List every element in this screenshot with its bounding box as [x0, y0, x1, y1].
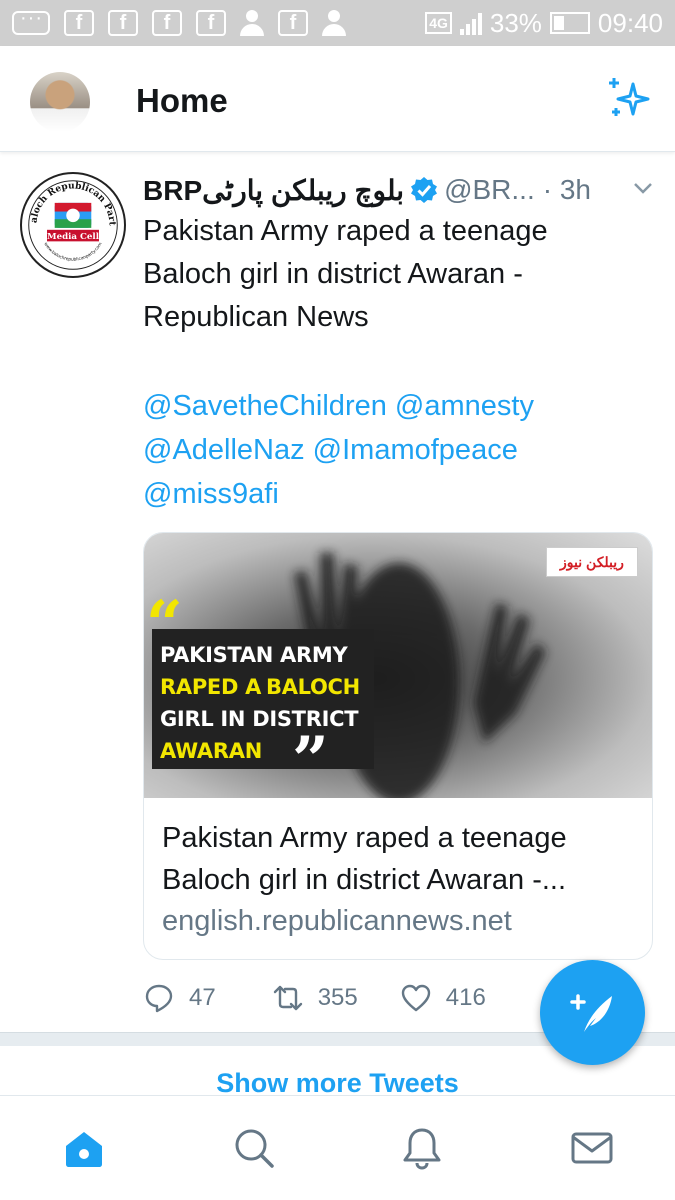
tweet-text-line: Pakistan Army raped a teenage: [143, 215, 548, 247]
author-handle: @BR...: [444, 174, 535, 205]
facebook-notification-icon: f: [196, 10, 226, 36]
facebook-notification-icon: f: [64, 10, 94, 36]
news-logo: ریبلکن نیوز: [546, 547, 638, 577]
system-indicators: 4G 33% 09:40: [425, 8, 663, 39]
facebook-notification-icon: f: [152, 10, 182, 36]
overlay-line: AWARAN: [160, 739, 262, 763]
tweet-actions: 47 355 416: [143, 978, 543, 1018]
status-bar: f f f f f 4G 33% 09:40: [0, 0, 675, 46]
bottom-tab-bar: [0, 1095, 675, 1200]
home-icon: [66, 1132, 102, 1167]
battery-icon: [549, 12, 590, 34]
card-title-line: Baloch girl in district Awaran -...: [162, 864, 567, 896]
mail-icon: [571, 1132, 613, 1164]
tweet-text-line: Republican News: [143, 301, 369, 333]
overlay-line: RAPED A: [160, 675, 262, 699]
chevron-down-icon[interactable]: [632, 180, 654, 196]
like-count: 416: [445, 984, 486, 1011]
card-image: “ PAKISTAN ARMY RAPED A BALOCH GIRL IN D…: [144, 533, 652, 798]
notification-icons: f f f f f: [12, 7, 346, 36]
mention-line[interactable]: @miss9afi: [143, 472, 653, 516]
retweet-button[interactable]: 355: [272, 982, 358, 1014]
tweet-mentions: @SavetheChildren @amnesty @AdelleNaz @Im…: [143, 384, 653, 516]
reply-button[interactable]: 47: [143, 982, 216, 1014]
profile-avatar[interactable]: [30, 72, 90, 132]
close-quote-mark: ”: [292, 723, 329, 798]
tweet-text-line: Baloch girl in district Awaran -: [143, 258, 523, 290]
card-domain: english.republicannews.net: [162, 905, 512, 937]
news-logo-text: ریبلکن نیوز: [560, 553, 624, 570]
signal-icon: [459, 11, 482, 35]
svg-text:Media Cell: Media Cell: [47, 232, 100, 242]
reply-icon: [145, 984, 173, 1013]
page-title: Home: [136, 82, 228, 119]
bell-icon: [403, 1128, 441, 1170]
app-screen: f f f f f 4G 33% 09:40 Home: [0, 0, 675, 1200]
tab-search[interactable]: [232, 1126, 276, 1170]
retweet-count: 355: [317, 984, 358, 1011]
tweet-text: Pakistan Army raped a teenage Baloch gir…: [143, 210, 653, 339]
author-name[interactable]: BRPبلوچ ریبلکن پارٹی: [143, 174, 404, 207]
link-preview-card[interactable]: “ PAKISTAN ARMY RAPED A BALOCH GIRL IN D…: [143, 532, 653, 960]
compose-tweet-button[interactable]: [540, 960, 645, 1065]
mention-line[interactable]: @SavetheChildren @amnesty: [143, 384, 653, 428]
battery-percent: 33%: [489, 7, 542, 38]
tab-notifications[interactable]: [400, 1126, 444, 1170]
overlay-line: PAKISTAN ARMY: [160, 643, 348, 667]
retweet-icon: [273, 985, 302, 1011]
network-type: 4G: [425, 12, 452, 34]
tab-home[interactable]: [62, 1126, 106, 1170]
tweet-timestamp: · 3h: [542, 174, 591, 205]
tweet-header: BRPبلوچ ریبلکن پارٹی @BR... · 3h: [143, 172, 643, 208]
facebook-notification-icon: f: [278, 10, 308, 36]
facebook-notification-icon: f: [108, 10, 138, 36]
sparkle-icon[interactable]: [606, 76, 652, 122]
overlay-line: BALOCH: [266, 675, 360, 699]
card-title-line: Pakistan Army raped a teenage: [162, 822, 567, 854]
clock: 09:40: [597, 7, 663, 38]
tweet-author-avatar[interactable]: Baloch Republican Party Media Cell www.b…: [20, 172, 126, 278]
top-header: Home: [0, 46, 675, 152]
compose-tweet-icon: [570, 994, 612, 1032]
reply-count: 47: [189, 984, 216, 1011]
tab-messages[interactable]: [570, 1126, 614, 1170]
tweet[interactable]: Baloch Republican Party Media Cell www.b…: [0, 152, 675, 1032]
heart-icon: [401, 984, 430, 1012]
friend-request-icon: [322, 10, 346, 36]
like-button[interactable]: 416: [400, 982, 486, 1014]
friend-request-icon: [240, 10, 264, 36]
search-icon: [235, 1129, 274, 1168]
verified-badge-icon: [411, 177, 438, 203]
mention-line[interactable]: @AdelleNaz @Imamofpeace: [143, 428, 653, 472]
card-title: Pakistan Army raped a teenage Baloch gir…: [162, 817, 642, 901]
message-notification-icon: [12, 7, 50, 35]
